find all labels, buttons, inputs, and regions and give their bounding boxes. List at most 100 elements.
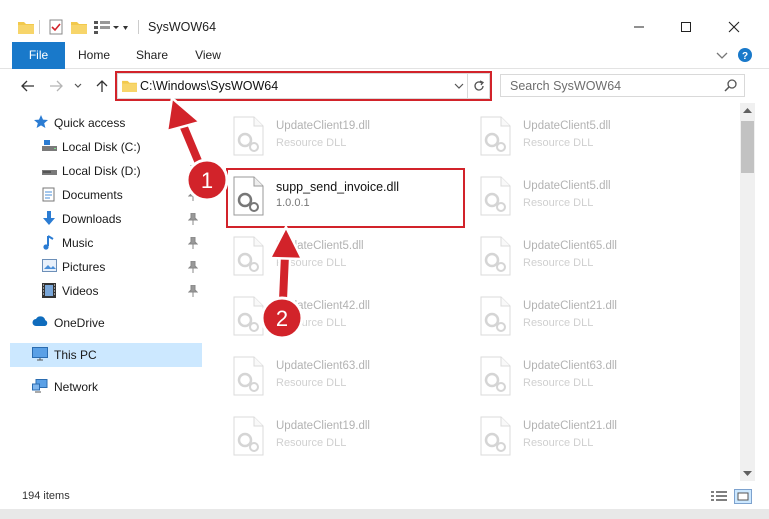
maximize-button[interactable] [664,14,708,40]
pin-icon[interactable] [188,285,198,297]
nav-item-local-disk-d[interactable]: Local Disk (D:) [12,159,202,183]
pin-icon[interactable] [188,237,198,249]
file-type: Resource DLL [276,137,347,149]
large-icons-view-icon[interactable] [734,489,752,504]
file-item[interactable]: UpdateClient19.dll Resource DLL [230,410,465,460]
folder-icon [18,18,34,36]
nav-item-label: Local Disk (C:) [62,140,141,154]
dll-file-icon [230,416,266,456]
close-button[interactable] [712,14,756,40]
file-item[interactable]: UpdateClient21.dll Resource DLL [477,290,712,340]
drive-icon [42,163,58,179]
file-type: Resource DLL [523,137,594,149]
file-item[interactable]: UpdateClient5.dll Resource DLL [230,230,465,280]
file-item[interactable]: UpdateClient21.dll Resource DLL [477,410,712,460]
nav-item-label: Pictures [62,260,106,274]
nav-item-documents[interactable]: Documents [12,183,202,207]
details-view-icon[interactable] [711,491,727,503]
dll-file-icon [230,296,266,336]
ribbon-tabs: File Home Share View ? [0,42,769,69]
file-item[interactable]: UpdateClient5.dll Resource DLL [477,110,712,160]
file-name: supp_send_invoice.dll [276,180,400,194]
file-type: Resource DLL [276,317,347,329]
cloud-icon [32,315,48,331]
minimize-button[interactable] [617,14,661,40]
tab-file[interactable]: File [12,42,65,69]
search-icon [724,79,737,92]
recent-locations-button[interactable] [71,77,85,95]
dll-file-icon [477,296,513,336]
nav-item-label: OneDrive [54,316,105,330]
file-name: UpdateClient5.dll [523,180,611,192]
new-folder-icon[interactable] [71,18,87,36]
forward-button[interactable] [46,77,66,95]
nav-item-label: This PC [54,348,97,362]
file-item[interactable]: UpdateClient63.dll Resource DLL [477,350,712,400]
nav-item-quick-access[interactable]: Quick access [12,111,202,135]
file-type: Resource DLL [276,377,347,389]
file-name: UpdateClient21.dll [523,420,617,432]
nav-item-music[interactable]: Music [12,231,202,255]
nav-item-label: Downloads [62,212,122,226]
file-name: UpdateClient63.dll [523,360,617,372]
scroll-thumb[interactable] [741,121,754,173]
tab-share[interactable]: Share [132,42,172,69]
pin-icon[interactable] [188,141,198,153]
file-item[interactable]: UpdateClient42.dll Resource DLL [230,290,465,340]
file-type: Resource DLL [523,317,594,329]
music-icon [42,235,58,251]
pin-icon[interactable] [188,261,198,273]
file-item[interactable]: UpdateClient65.dll Resource DLL [477,230,712,280]
file-item-supp-send-invoice[interactable]: supp_send_invoice.dll 1.0.0.1 [230,170,465,220]
nav-item-videos[interactable]: Videos [12,279,202,303]
dll-file-icon [477,416,513,456]
file-name: UpdateClient19.dll [276,420,370,432]
file-type: Resource DLL [276,257,347,269]
nav-item-label: Videos [62,284,99,298]
tab-home[interactable]: Home [74,42,114,69]
nav-item-this-pc[interactable]: This PC [10,343,202,367]
vertical-scrollbar[interactable] [740,103,755,481]
pin-icon[interactable] [188,165,198,177]
scroll-down-icon[interactable] [743,471,752,477]
separator [39,20,40,34]
search-input[interactable] [510,78,715,94]
search-box[interactable] [500,74,745,97]
help-icon[interactable]: ? [738,48,752,62]
svg-text:?: ? [742,51,748,62]
status-bar: 194 items [0,485,769,509]
file-type: Resource DLL [276,437,347,449]
address-path[interactable]: C:\Windows\SysWOW64 [140,79,278,93]
nav-item-downloads[interactable]: Downloads [12,207,202,231]
nav-item-pictures[interactable]: Pictures [12,255,202,279]
separator [467,74,468,98]
dll-file-icon [230,116,266,156]
customize-toolbar-icon[interactable] [94,18,128,36]
dll-file-icon [477,236,513,276]
file-item[interactable]: UpdateClient19.dll Resource DLL [230,110,465,160]
address-dropdown-icon[interactable] [454,82,464,90]
bottom-strip [0,509,769,519]
file-item[interactable]: UpdateClient5.dll Resource DLL [477,170,712,220]
separator [138,20,139,34]
file-item[interactable]: UpdateClient63.dll Resource DLL [230,350,465,400]
file-name: UpdateClient63.dll [276,360,370,372]
pin-icon[interactable] [188,189,198,201]
back-button[interactable] [18,77,38,95]
refresh-icon[interactable] [473,79,485,93]
file-name: UpdateClient42.dll [276,300,370,312]
file-name: UpdateClient65.dll [523,240,617,252]
tab-view[interactable]: View [188,42,228,69]
nav-item-onedrive[interactable]: OneDrive [12,311,202,335]
nav-item-network[interactable]: Network [12,375,202,399]
videos-icon [42,283,58,299]
address-bar[interactable]: C:\Windows\SysWOW64 [117,73,490,99]
up-button[interactable] [92,77,112,95]
pin-icon[interactable] [188,213,198,225]
nav-item-local-disk-c[interactable]: Local Disk (C:) [12,135,202,159]
properties-icon[interactable] [49,18,63,36]
expand-ribbon-icon[interactable] [716,50,728,60]
item-count: 194 items [22,490,70,502]
file-version: 1.0.0.1 [276,197,310,209]
scroll-up-icon[interactable] [743,107,752,113]
